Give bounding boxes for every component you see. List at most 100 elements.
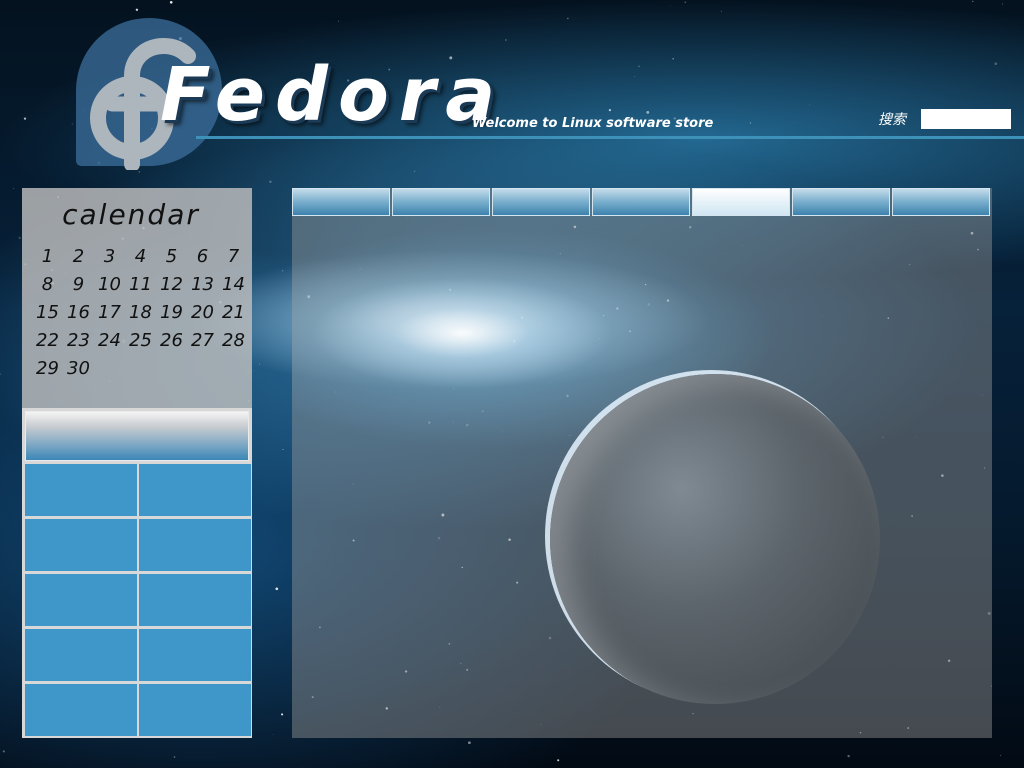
- calendar-day[interactable]: 15: [32, 299, 63, 327]
- star: [282, 449, 284, 451]
- main-content-panel: [292, 188, 992, 738]
- sidebar-cell[interactable]: [139, 684, 251, 736]
- star: [468, 741, 471, 745]
- calendar-title: calendar: [62, 198, 200, 231]
- calendar-day[interactable]: 14: [218, 271, 249, 299]
- star: [999, 754, 1002, 757]
- star: [413, 170, 416, 173]
- calendar-day[interactable]: 9: [63, 271, 94, 299]
- star: [684, 1, 686, 3]
- star: [505, 39, 507, 41]
- brand-title: Fedora: [160, 52, 506, 138]
- star: [972, 0, 974, 3]
- nav-tab-2[interactable]: [392, 188, 490, 216]
- star: [567, 17, 569, 20]
- calendar-day[interactable]: 11: [125, 271, 156, 299]
- search-label: 搜索: [878, 112, 906, 128]
- star: [608, 108, 612, 112]
- calendar-day[interactable]: 10: [94, 271, 125, 299]
- search-input[interactable]: [921, 109, 1011, 129]
- star: [138, 171, 141, 173]
- calendar-day[interactable]: 20: [187, 299, 218, 327]
- star: [272, 734, 274, 735]
- nav-tab-5[interactable]: [692, 188, 790, 216]
- calendar-day[interactable]: 21: [218, 299, 249, 327]
- nav-tabs: [292, 188, 992, 218]
- star: [259, 363, 261, 365]
- calendar-day[interactable]: 26: [156, 327, 187, 355]
- calendar-day[interactable]: 17: [94, 299, 125, 327]
- calendar-day[interactable]: 8: [32, 271, 63, 299]
- star: [169, 0, 173, 4]
- calendar-day[interactable]: 7: [218, 243, 249, 271]
- star: [720, 10, 722, 12]
- star: [275, 587, 279, 591]
- sidebar-cell[interactable]: [25, 519, 137, 571]
- calendar-day[interactable]: 5: [156, 243, 187, 271]
- calendar-day[interactable]: 12: [156, 271, 187, 299]
- nav-tab-4[interactable]: [592, 188, 690, 216]
- sidebar-cell[interactable]: [139, 519, 251, 571]
- calendar-grid: 1 2 3 4 5 6 7 8 9 10 11 12 13 14 15 16 17 18 19 20 21 22 23 24 2…: [32, 243, 247, 383]
- star: [301, 766, 302, 768]
- sidebar-cell[interactable]: [25, 684, 137, 736]
- sidebar-grid: [25, 464, 251, 736]
- nav-tab-6[interactable]: [792, 188, 890, 216]
- sidebar-cell[interactable]: [139, 464, 251, 516]
- calendar-day[interactable]: 27: [187, 327, 218, 355]
- calendar-day[interactable]: 22: [32, 327, 63, 355]
- nav-tab-1[interactable]: [292, 188, 390, 216]
- calendar-panel: calendar 1 2 3 4 5 6 7 8 9 10 11 12 13 14 15 16 17 18 19 20…: [22, 188, 252, 408]
- calendar-day[interactable]: 28: [218, 327, 249, 355]
- star: [135, 8, 139, 11]
- star: [994, 62, 998, 65]
- star: [13, 187, 15, 189]
- star: [1002, 3, 1003, 5]
- star: [557, 759, 560, 762]
- sidebar-header-bar[interactable]: [25, 411, 249, 461]
- calendar-day[interactable]: 1: [32, 243, 63, 271]
- star: [338, 20, 339, 22]
- star: [669, 5, 671, 7]
- calendar-day[interactable]: 19: [156, 299, 187, 327]
- star: [18, 236, 21, 239]
- calendar-day[interactable]: 3: [94, 243, 125, 271]
- calendar-day[interactable]: 18: [125, 299, 156, 327]
- sidebar-panel: [22, 408, 252, 738]
- sidebar-cell[interactable]: [25, 574, 137, 626]
- star: [2, 750, 5, 753]
- star: [0, 373, 1, 376]
- tagline: Welcome to Linux software store: [472, 116, 714, 131]
- nav-tab-7[interactable]: [892, 188, 990, 216]
- star: [749, 122, 751, 124]
- star: [847, 754, 850, 758]
- star: [281, 713, 284, 716]
- star: [23, 117, 27, 120]
- star: [634, 75, 635, 77]
- star: [253, 370, 255, 372]
- sidebar-cell[interactable]: [25, 464, 137, 516]
- calendar-day[interactable]: 25: [125, 327, 156, 355]
- planet-image: [550, 374, 880, 704]
- calendar-day[interactable]: 13: [187, 271, 218, 299]
- calendar-day[interactable]: 16: [63, 299, 94, 327]
- sidebar-cell[interactable]: [139, 629, 251, 681]
- star: [71, 123, 73, 125]
- calendar-day[interactable]: 30: [63, 355, 94, 383]
- sidebar-cell[interactable]: [139, 574, 251, 626]
- nav-tab-3[interactable]: [492, 188, 590, 216]
- star: [672, 57, 675, 60]
- calendar-day[interactable]: 2: [63, 243, 94, 271]
- calendar-day[interactable]: 23: [63, 327, 94, 355]
- calendar-day[interactable]: 6: [187, 243, 218, 271]
- calendar-day[interactable]: 29: [32, 355, 63, 383]
- calendar-day[interactable]: 24: [94, 327, 125, 355]
- star: [173, 756, 176, 758]
- star: [646, 111, 650, 114]
- sidebar-cell[interactable]: [25, 629, 137, 681]
- calendar-day[interactable]: 4: [125, 243, 156, 271]
- star: [269, 180, 272, 183]
- header-divider: [196, 136, 1024, 139]
- star: [282, 270, 284, 272]
- star: [638, 65, 640, 68]
